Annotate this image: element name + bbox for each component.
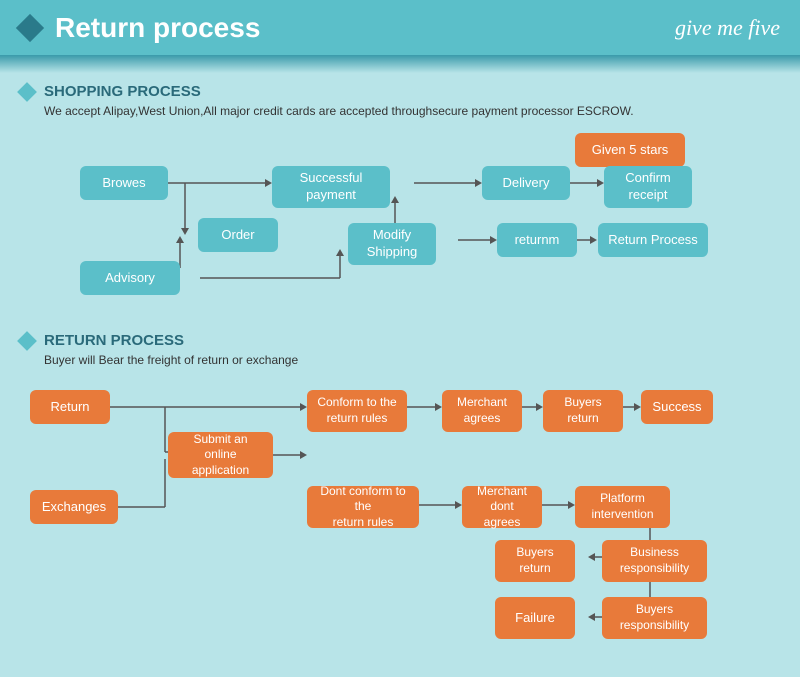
diamond-icon-return [17,331,37,351]
header-diamond [16,13,44,41]
header: Return process give me five [0,0,800,55]
successful-payment-box: Successful payment [272,166,390,208]
submit-box: Submit an online application [168,432,273,478]
return-section-title: RETURN PROCESS [20,332,780,349]
modify-shipping-box: Modify Shipping [348,223,436,265]
return-flow: Return Submit an online application Exch… [20,377,780,667]
failure-box: Failure [495,597,575,639]
header-logo: give me five [675,15,780,41]
return-box: Return [30,390,110,424]
buyers-return-2-box: Buyers return [495,540,575,582]
business-resp-box: Business responsibility [602,540,707,582]
return-process-box: Return Process [598,223,708,257]
given-5-stars-box: Given 5 stars [575,133,685,167]
return-description: Buyer will Bear the freight of return or… [20,353,780,367]
returnm-box: returnm [497,223,577,257]
success-box: Success [641,390,713,424]
browes-box: Browes [80,166,168,200]
main-content: SHOPPING PROCESS We accept Alipay,West U… [0,73,800,677]
conform-box: Conform to the return rules [307,390,407,432]
diamond-icon-shopping [17,82,37,102]
platform-box: Platform intervention [575,486,670,528]
exchanges-box: Exchanges [30,490,118,524]
buyers-return-1-box: Buyers return [543,390,623,432]
dont-conform-box: Dont conform to the return rules [307,486,419,528]
confirm-receipt-box: Confirm receipt [604,166,692,208]
buyers-resp-box: Buyers responsibility [602,597,707,639]
shopping-section-title: SHOPPING PROCESS [20,83,780,100]
delivery-box: Delivery [482,166,570,200]
page-title: Return process [55,12,260,44]
merchant-dont-box: Merchant dont agrees [462,486,542,528]
merchant-agrees-box: Merchant agrees [442,390,522,432]
order-box: Order [198,218,278,252]
shopping-flow: Given 5 stars Browes Successful payment … [20,128,780,328]
advisory-box: Advisory [80,261,180,295]
shopping-description: We accept Alipay,West Union,All major cr… [20,104,780,118]
header-ribbon [0,55,800,73]
